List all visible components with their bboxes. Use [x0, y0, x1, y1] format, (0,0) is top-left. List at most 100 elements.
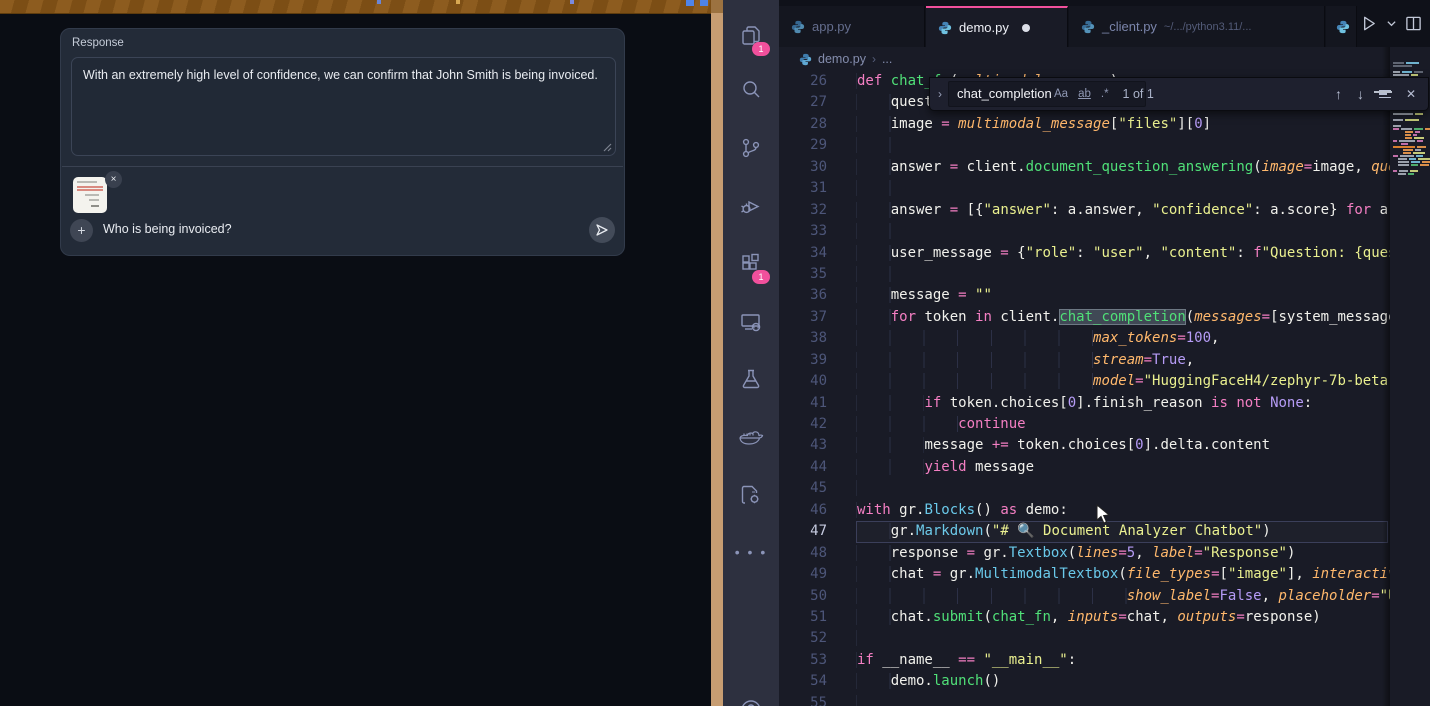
match-case-toggle[interactable]: Aa [1054, 88, 1068, 100]
block-divider [62, 166, 623, 167]
code-line[interactable]: 51 chat.submit(chat_fn, inputs=chat, out… [779, 607, 1430, 628]
chat-input[interactable]: Who is being invoiced? [103, 222, 232, 236]
code-line[interactable]: 42 continue [779, 414, 1430, 435]
find-expand-chevron-icon[interactable]: › [930, 87, 948, 101]
find-previous-button[interactable]: ↑ [1335, 86, 1342, 102]
sidebar-item-search[interactable] [723, 68, 779, 112]
code-line[interactable]: 39 stream=True, [779, 350, 1430, 371]
line-content: chat = gr.MultimodalTextbox(file_types=[… [856, 566, 1430, 582]
code-line[interactable]: 40 model="HuggingFaceH4/zephyr-7b-beta")… [779, 371, 1430, 392]
code-line[interactable]: 43 message += token.choices[0].delta.con… [779, 435, 1430, 456]
code-line[interactable]: 37 for token in client.chat_completion(m… [779, 307, 1430, 328]
code-line[interactable]: 38 max_tokens=100, [779, 328, 1430, 349]
python-icon [799, 53, 812, 66]
find-next-button[interactable]: ↓ [1357, 86, 1364, 102]
line-number: 42 [779, 414, 827, 435]
line-number: 54 [779, 671, 827, 692]
tab-description: ~/.../python3.11/... [1164, 21, 1252, 33]
code-line[interactable]: 29 [779, 135, 1430, 156]
send-icon [595, 223, 609, 237]
line-content: with gr.Blocks() as demo: [856, 502, 1068, 518]
code-line[interactable]: 32 answer = [{"answer": a.answer, "confi… [779, 200, 1430, 221]
tab-demo-py[interactable]: demo.py [926, 6, 1068, 47]
code-line[interactable]: 28 image = multimodal_message["files"][0… [779, 114, 1430, 135]
sidebar-item-explorer[interactable]: 1 [723, 14, 779, 58]
code-line[interactable]: 41 if token.choices[0].finish_reason is … [779, 393, 1430, 414]
breadcrumb[interactable]: demo.py › ... [799, 47, 892, 71]
tab-client-py[interactable]: _client.py ~/.../python3.11/... [1069, 6, 1325, 47]
minimap-row [1390, 170, 1430, 172]
screen: Response With an extremely high level of… [0, 0, 1430, 706]
tab-app-py[interactable]: app.py [779, 6, 925, 47]
sidebar-item-more[interactable]: • • • [723, 530, 779, 574]
run-button[interactable] [1359, 14, 1378, 33]
breadcrumb-more[interactable]: ... [882, 52, 892, 66]
code-line[interactable]: 48 response = gr.Textbox(lines=5, label=… [779, 543, 1430, 564]
chat-input-row: + Who is being invoiced? [61, 217, 624, 245]
activity-bar: 1 1 [723, 0, 779, 706]
line-content: if token.choices[0].finish_reason is not… [856, 395, 1312, 411]
split-editor-button[interactable] [1405, 15, 1422, 32]
beaker-icon [739, 367, 763, 391]
thumb-line [77, 189, 103, 191]
run-dropdown-chevron-icon[interactable] [1386, 18, 1397, 29]
code-line[interactable]: 33 [779, 221, 1430, 242]
code-line[interactable]: 53if __name__ == "__main__": [779, 650, 1430, 671]
code-line[interactable]: 49 chat = gr.MultimodalTextbox(file_type… [779, 564, 1430, 585]
code-line[interactable]: 31 [779, 178, 1430, 199]
sidebar-item-extensions[interactable]: 1 [723, 242, 779, 286]
sidebar-item-remote-explorer[interactable] [723, 300, 779, 344]
line-content: continue [856, 416, 1026, 432]
response-textarea[interactable]: With an extremely high level of confiden… [71, 57, 616, 156]
code-line[interactable]: 36 message = "" [779, 285, 1430, 306]
code-line[interactable]: 35 [779, 264, 1430, 285]
uploaded-image-thumbnail[interactable] [73, 177, 107, 213]
send-button[interactable] [589, 217, 615, 243]
whole-word-toggle[interactable]: ab [1078, 88, 1091, 100]
code-line[interactable]: 44 yield message [779, 457, 1430, 478]
line-number: 26 [779, 71, 827, 92]
code-line[interactable]: 30 answer = client.document_question_ans… [779, 157, 1430, 178]
code-line[interactable]: 55 [779, 693, 1430, 706]
find-input[interactable]: chat_completion [948, 81, 1146, 107]
top-bar-speck [456, 0, 460, 4]
sidebar-item-run-debug[interactable] [723, 184, 779, 228]
thumb-line [77, 181, 97, 183]
line-content [856, 266, 891, 282]
top-bar-speck [570, 0, 574, 4]
line-number: 51 [779, 607, 827, 628]
line-content: for token in client.chat_completion(mess… [856, 309, 1430, 325]
sidebar-item-docker[interactable] [723, 415, 779, 459]
find-close-button[interactable]: ✕ [1406, 87, 1416, 101]
breadcrumb-file[interactable]: demo.py [818, 52, 866, 66]
minimap[interactable] [1390, 47, 1430, 706]
sidebar-item-dev-containers[interactable] [723, 473, 779, 517]
find-widget: › chat_completion Aa ab .* 1 of 1 ↑ ↓ ✕ [929, 77, 1429, 111]
attach-file-button[interactable]: + [70, 219, 93, 242]
vscode-window: 1 1 [723, 0, 1430, 706]
tab-overflow[interactable] [1326, 6, 1357, 47]
code-line[interactable]: 54 demo.launch() [779, 671, 1430, 692]
sidebar-item-account[interactable] [723, 688, 779, 706]
minimap-row [1390, 155, 1430, 157]
code-line[interactable]: 52 [779, 628, 1430, 649]
line-number: 30 [779, 157, 827, 178]
code-line[interactable]: 50 show_label=False, placeholder="Upload… [779, 586, 1430, 607]
remove-image-button[interactable]: × [105, 171, 122, 188]
modified-dot-icon [1022, 24, 1030, 32]
line-number: 33 [779, 221, 827, 242]
code-line[interactable]: 45 [779, 478, 1430, 499]
account-icon [739, 698, 763, 706]
thumb-line [91, 205, 99, 207]
code-line[interactable]: 34 user_message = {"role": "user", "cont… [779, 243, 1430, 264]
python-icon [938, 21, 952, 35]
mouse-cursor [1096, 504, 1113, 526]
line-number: 45 [779, 478, 827, 499]
sidebar-item-source-control[interactable] [723, 126, 779, 170]
regex-toggle[interactable]: .* [1101, 88, 1109, 100]
line-number: 34 [779, 243, 827, 264]
sidebar-item-testing[interactable] [723, 357, 779, 401]
line-content: image = multimodal_message["files"][0] [856, 116, 1211, 132]
resize-handle-icon[interactable] [603, 143, 612, 152]
code-editor[interactable]: 26def chat_fn(multimodal_message):27 que… [779, 71, 1430, 706]
